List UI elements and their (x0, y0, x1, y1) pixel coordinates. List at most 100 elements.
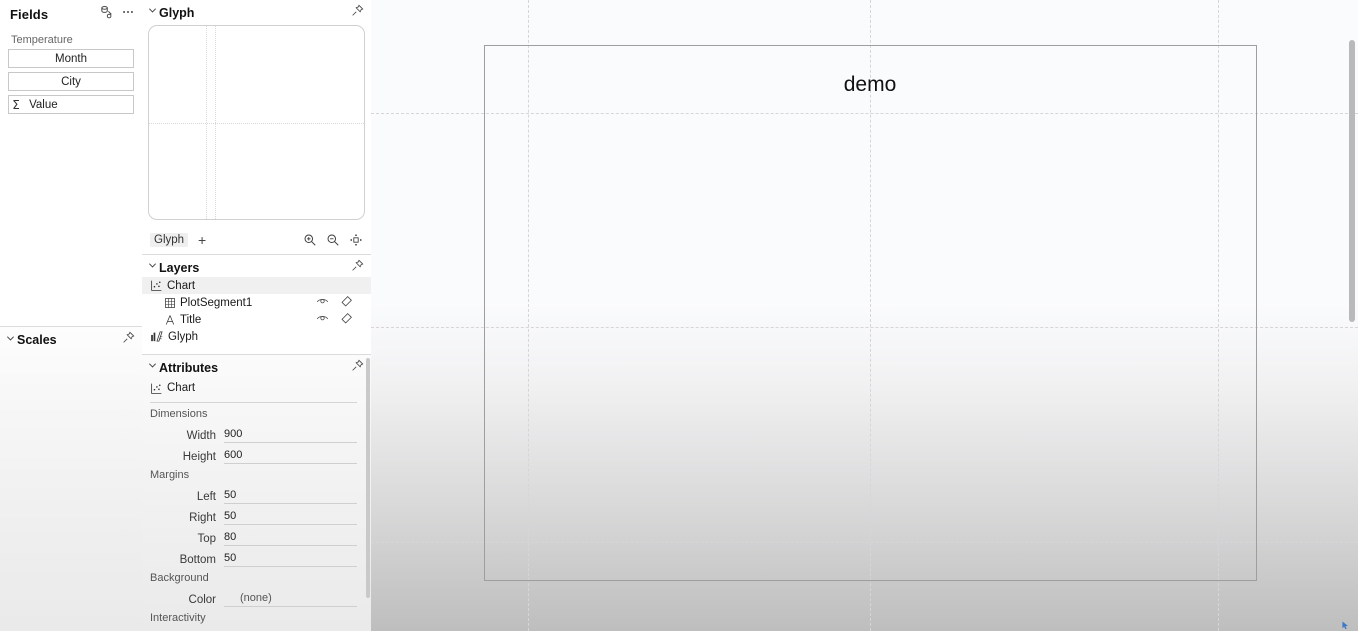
attribute-row-width: Width 900 (142, 422, 371, 443)
bind-data-icon[interactable] (100, 5, 114, 19)
attribute-row-left: Left 50 (142, 483, 371, 504)
fit-to-view-icon[interactable] (349, 233, 363, 247)
field-item-city[interactable]: City (8, 72, 134, 91)
sigma-aggregate-icon: Σ (12, 97, 20, 112)
field-label: City (61, 75, 81, 88)
fields-header-actions (100, 5, 135, 19)
pin-icon[interactable] (351, 259, 364, 275)
canvas-scrollbar-track[interactable] (1346, 0, 1358, 631)
charticulator-app: Fields Temperature Month City Σ Value Sc… (0, 0, 1358, 631)
layer-label: Glyph (168, 330, 199, 343)
attributes-section-interactivity: Interactivity (150, 612, 206, 624)
attribute-row-top: Top 80 (142, 525, 371, 546)
layer-row-plotsegment1[interactable]: PlotSegment1 (142, 294, 371, 311)
field-label: Value (29, 98, 58, 111)
more-options-icon[interactable] (121, 5, 135, 19)
attribute-input-height[interactable]: 600 (224, 449, 357, 464)
glyph-panel-header[interactable]: Glyph (142, 0, 371, 22)
add-glyph-button[interactable]: + (198, 233, 206, 247)
attributes-panel-header[interactable]: Attributes (142, 355, 371, 377)
attribute-label-color: Color (188, 594, 216, 606)
fields-panel: Fields Temperature Month City Σ Value (0, 0, 142, 327)
attributes-object-header: Chart (142, 377, 371, 397)
layer-row-chart[interactable]: Chart (142, 277, 371, 294)
glyph-editor-canvas[interactable] (148, 25, 365, 220)
glyph-panel: Glyph Glyph + (142, 0, 371, 255)
attributes-scrollbar[interactable] (366, 358, 370, 598)
eraser-icon[interactable] (340, 295, 353, 308)
chevron-down-icon[interactable] (148, 261, 159, 272)
pin-icon[interactable] (122, 331, 135, 347)
attribute-label-bottom: Bottom (179, 554, 216, 566)
layers-panel-title: Layers (159, 260, 200, 275)
attributes-panel: Attributes Chart Dimensions Width 900 He… (142, 355, 371, 631)
pin-icon[interactable] (351, 4, 364, 20)
field-item-value[interactable]: Σ Value (8, 95, 134, 114)
zoom-in-icon[interactable] (303, 233, 317, 247)
glyph-guide-horizontal (149, 123, 364, 124)
scales-panel: Scales (0, 327, 142, 631)
text-icon (164, 314, 176, 326)
chevron-down-icon[interactable] (148, 6, 159, 17)
attribute-row-right: Right 50 (142, 504, 371, 525)
eye-icon[interactable] (316, 312, 329, 325)
left-column: Fields Temperature Month City Σ Value Sc… (0, 0, 142, 631)
layer-actions (316, 295, 353, 308)
layer-label: PlotSegment1 (180, 296, 253, 309)
mouse-cursor (1342, 619, 1349, 630)
glyph-toolbar: Glyph + (142, 228, 371, 252)
fields-list: Temperature Month City Σ Value (0, 28, 142, 114)
chart-title[interactable]: demo (844, 73, 897, 97)
chart-icon (150, 382, 163, 395)
glyph-panel-title: Glyph (159, 5, 195, 20)
attribute-row-bottom: Bottom 50 (142, 546, 371, 567)
scales-panel-title: Scales (17, 333, 57, 347)
attribute-row-color: Color (none) (142, 586, 371, 607)
glyph-icon (150, 330, 164, 343)
chevron-down-icon[interactable] (6, 334, 17, 345)
eraser-icon[interactable] (340, 312, 353, 325)
chart-canvas[interactable]: demo (371, 0, 1358, 631)
scales-panel-header[interactable]: Scales (0, 327, 142, 349)
chevron-down-icon[interactable] (148, 361, 159, 372)
attributes-section-dimensions: Dimensions (150, 408, 208, 420)
attribute-input-bottom[interactable]: 50 (224, 552, 357, 567)
attribute-input-left[interactable]: 50 (224, 489, 357, 504)
attribute-row-height: Height 600 (142, 443, 371, 464)
glyph-zoom-controls (303, 233, 363, 247)
field-item-month[interactable]: Month (8, 49, 134, 68)
attributes-panel-title: Attributes (159, 360, 219, 375)
middle-column: Glyph Glyph + Layers Chart PlotSegment1 … (142, 0, 371, 631)
layers-panel: Layers Chart PlotSegment1 Title Glyph (142, 255, 371, 355)
attribute-label-top: Top (197, 533, 216, 545)
attribute-input-right[interactable]: 50 (224, 510, 357, 525)
eye-icon[interactable] (316, 295, 329, 308)
attributes-section-background: Background (150, 572, 209, 584)
layer-label: Chart (167, 279, 196, 292)
layers-panel-header[interactable]: Layers (142, 255, 371, 277)
pin-icon[interactable] (351, 359, 364, 375)
attributes-section-margins: Margins (150, 469, 190, 481)
fields-panel-header: Fields (0, 0, 142, 28)
attribute-label-left: Left (196, 491, 216, 503)
canvas-scrollbar-thumb[interactable] (1349, 40, 1355, 322)
attribute-input-color[interactable]: (none) (224, 592, 357, 607)
field-label: Month (55, 52, 87, 65)
fields-group-label: Temperature (11, 34, 73, 46)
layer-row-glyph[interactable]: Glyph (142, 328, 371, 345)
glyph-tab[interactable]: Glyph (150, 233, 189, 247)
fields-panel-title: Fields (10, 7, 49, 22)
plot-segment-icon (164, 297, 176, 309)
layer-label: Title (180, 313, 202, 326)
attribute-label-height: Height (182, 451, 216, 463)
layer-actions (316, 312, 353, 325)
attributes-object-label: Chart (167, 382, 196, 394)
attribute-input-top[interactable]: 80 (224, 531, 357, 546)
layer-row-title[interactable]: Title (142, 311, 371, 328)
attribute-label-width: Width (186, 430, 216, 442)
attribute-label-right: Right (189, 512, 216, 524)
chart-frame[interactable] (484, 45, 1257, 581)
zoom-out-icon[interactable] (326, 233, 340, 247)
chart-icon (150, 279, 163, 292)
attribute-input-width[interactable]: 900 (224, 428, 357, 443)
